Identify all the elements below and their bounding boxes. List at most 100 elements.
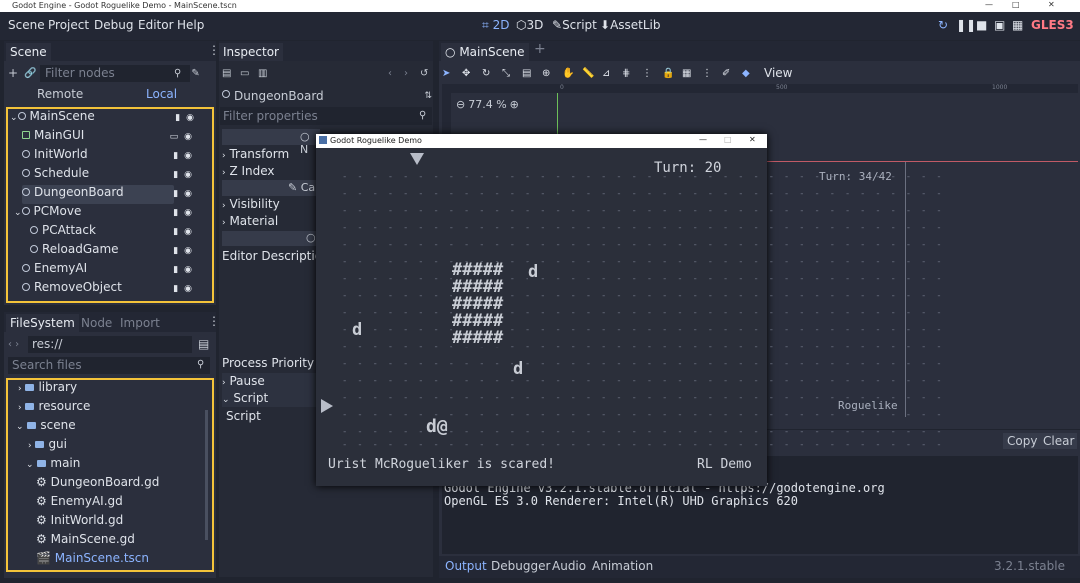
sort-icon[interactable]: ⇅ xyxy=(424,91,432,101)
workspace-2d[interactable]: ⌗ 2D xyxy=(482,18,509,33)
section-pause[interactable]: › Pause xyxy=(222,374,265,391)
search-icon: ⚲ xyxy=(197,359,205,370)
enemy-dwarf: d xyxy=(352,320,363,340)
view-icon[interactable]: ◆ xyxy=(742,68,764,79)
version-label: 3.2.1.stable xyxy=(994,559,1065,573)
play-scene-icon[interactable]: ▣ xyxy=(994,18,1005,32)
tab-audio[interactable]: Audio xyxy=(552,559,586,573)
copy-button[interactable]: Copy xyxy=(1003,433,1042,449)
section-visibility[interactable]: › Visibility xyxy=(222,197,280,214)
script-attach-icon[interactable]: ✎ xyxy=(191,68,199,79)
floor-dots: - - - - - - - - - - - - - - - - - - - - … xyxy=(342,393,944,403)
filter-nodes-input[interactable]: Filter nodes xyxy=(40,64,190,82)
local-button[interactable]: Local xyxy=(146,87,177,101)
tab-output[interactable]: Output xyxy=(445,559,487,573)
remote-button[interactable]: Remote xyxy=(37,87,83,101)
workspace-assetlib[interactable]: ⬇AssetLib xyxy=(600,18,661,32)
snap-icon[interactable]: ⊿ xyxy=(602,68,622,79)
move-tool-icon[interactable]: ✥ xyxy=(462,68,482,79)
path-input[interactable]: res:// xyxy=(28,335,192,353)
bone-icon[interactable]: ⋮ xyxy=(702,68,722,79)
menu-scene[interactable]: Scene xyxy=(8,18,45,32)
scale-tool-icon[interactable]: ⤡ xyxy=(502,68,522,79)
stop-icon[interactable]: ■ xyxy=(976,18,987,32)
tab-animation[interactable]: Animation xyxy=(592,559,653,573)
inspector-object-name[interactable]: DungeonBoard xyxy=(234,89,324,103)
skeleton-icon[interactable]: ✐ xyxy=(722,68,742,79)
menu-help[interactable]: Help xyxy=(177,18,204,32)
workspace-script[interactable]: ✎Script xyxy=(552,18,597,32)
add-tab-icon[interactable]: + xyxy=(534,41,546,57)
zoom-control: ⊖ 77.4 % ⊕ xyxy=(456,98,519,111)
player-character: d@ xyxy=(426,416,448,437)
group-icon[interactable]: ▦ xyxy=(682,68,702,79)
maximize-button[interactable]: □ xyxy=(1012,0,1020,9)
open-icon[interactable]: ▭ xyxy=(240,68,258,79)
floor-dots: - - - - - - - - - - - - - - - - - - - - … xyxy=(342,342,944,352)
section-transform[interactable]: › Transform xyxy=(222,147,289,164)
arrow-down-icon xyxy=(410,153,424,165)
menu-project[interactable]: Project xyxy=(48,18,89,32)
tab-filesystem[interactable]: FileSystem xyxy=(6,314,79,332)
tab-node[interactable]: Node xyxy=(77,314,116,332)
game-window-title: Godot Roguelike Demo xyxy=(330,136,422,145)
clear-button[interactable]: Clear xyxy=(1040,433,1078,449)
workspace-3d[interactable]: ⬡3D xyxy=(516,18,543,32)
link-icon[interactable]: 🔗 xyxy=(24,68,40,79)
grid-snap-icon[interactable]: ⋕ xyxy=(622,68,642,79)
tab-scene[interactable]: Scene xyxy=(6,43,51,61)
zoom-level[interactable]: 77.4 % xyxy=(468,98,506,111)
filter-properties-input[interactable]: Filter properties xyxy=(220,107,432,125)
select-tool-icon[interactable]: ➤ xyxy=(442,68,462,79)
3d-icon: ⬡ xyxy=(516,18,527,32)
output-line-2: OpenGL ES 3.0 Renderer: Intel(R) UHD Gra… xyxy=(444,494,799,508)
minimize-button[interactable]: — xyxy=(985,0,993,9)
game-maximize-button[interactable]: □ xyxy=(724,135,732,144)
ruler-tool-icon[interactable]: 📏 xyxy=(582,68,602,79)
save-icon[interactable]: ▥ xyxy=(258,68,276,79)
game-minimize-button[interactable]: — xyxy=(699,135,707,144)
process-priority-label: Process Priority xyxy=(222,356,315,370)
history-arrows-icon[interactable]: ‹ › xyxy=(8,339,28,350)
renderer-label[interactable]: GLES3 xyxy=(1031,18,1074,32)
script-icon: ✎ xyxy=(552,18,563,32)
pause-icon[interactable]: ❚❚ xyxy=(956,18,976,32)
split-view-icon[interactable]: ▤ xyxy=(198,337,209,351)
tab-mainscene[interactable]: ○ MainScene xyxy=(441,43,529,61)
play-custom-icon[interactable]: ▦ xyxy=(1012,18,1023,32)
script-property-label: Script xyxy=(226,409,261,423)
forward-icon[interactable]: › xyxy=(404,68,420,79)
search-files-input[interactable]: Search files xyxy=(8,357,210,374)
close-button[interactable]: ✕ xyxy=(1048,0,1055,9)
play-icon[interactable]: ↻ xyxy=(938,18,948,32)
zoom-in-icon[interactable]: ⊕ xyxy=(510,98,519,111)
snap-options-icon[interactable]: ⋮ xyxy=(642,68,662,79)
floor-dots: - - - - - - - - - - - - - - - - - - - - … xyxy=(342,376,944,386)
section-script[interactable]: ⌄ Script xyxy=(222,391,268,408)
list-select-icon[interactable]: ▤ xyxy=(522,68,542,79)
section-zindex[interactable]: › Z Index xyxy=(222,164,275,181)
back-icon[interactable]: ‹ xyxy=(388,68,404,79)
new-resource-icon[interactable]: ▤ xyxy=(222,68,240,79)
menu-debug[interactable]: Debug xyxy=(94,18,133,32)
horizontal-ruler: 0 500 1000 xyxy=(442,84,1078,93)
section-material[interactable]: › Material xyxy=(222,214,278,231)
2d-icon: ⌗ xyxy=(482,18,489,32)
pan-tool-icon[interactable]: ✋ xyxy=(562,68,582,79)
inspector-object-bar: DungeonBoard ⇅ xyxy=(222,87,432,105)
rotate-tool-icon[interactable]: ↻ xyxy=(482,68,502,79)
tab-debugger[interactable]: Debugger xyxy=(491,559,550,573)
node2d-header[interactable]: ○ N xyxy=(222,129,320,156)
pivot-icon[interactable]: ⊕ xyxy=(542,68,562,79)
canvasitem-header[interactable]: ✎ Car xyxy=(222,180,320,196)
menu-editor[interactable]: Editor xyxy=(138,18,174,32)
zoom-out-icon[interactable]: ⊖ xyxy=(456,98,465,111)
node-header[interactable]: ○ xyxy=(222,231,320,246)
game-close-button[interactable]: ✕ xyxy=(749,135,756,144)
tab-import[interactable]: Import xyxy=(116,314,164,332)
view-menu[interactable]: View xyxy=(764,66,792,80)
add-node-icon[interactable]: + xyxy=(8,66,24,80)
history-icon[interactable]: ↺ xyxy=(420,68,428,79)
tab-inspector[interactable]: Inspector xyxy=(219,43,283,61)
lock-icon[interactable]: 🔒 xyxy=(662,68,682,79)
